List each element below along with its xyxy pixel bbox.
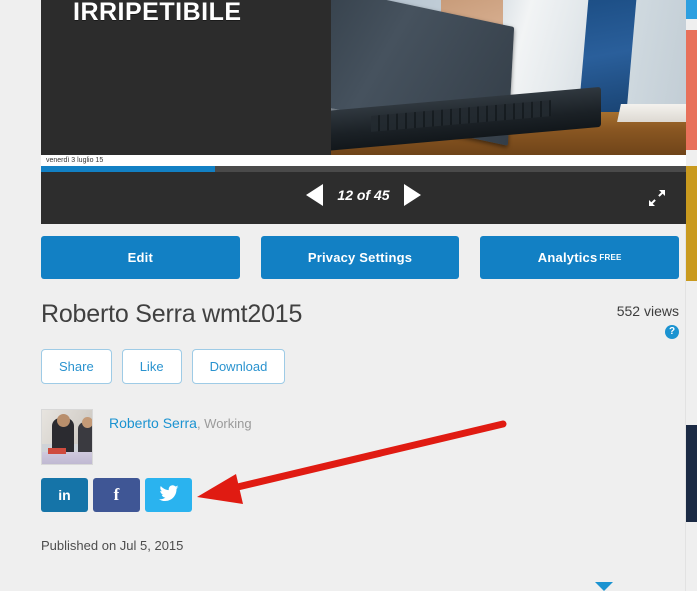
slide-viewer[interactable]: IRRIPETIBILE venerdì 3 luglio 15 12 of 4… (41, 0, 686, 224)
slide-nav-cluster: 12 of 45 (41, 184, 686, 206)
twitter-share-button[interactable] (145, 478, 192, 512)
edit-button-label: Edit (127, 250, 154, 265)
facebook-icon: f (113, 485, 120, 504)
help-icon[interactable]: ? (665, 325, 679, 339)
page-root: IRRIPETIBILE venerdì 3 luglio 15 12 of 4… (0, 0, 697, 591)
slide-counter-label: 12 of 45 (337, 187, 390, 203)
share-button-label: Share (59, 359, 94, 374)
privacy-settings-button[interactable]: Privacy Settings (260, 236, 460, 279)
download-button-label: Download (209, 359, 268, 374)
like-button[interactable]: Like (121, 349, 182, 384)
facebook-share-button[interactable]: f (93, 478, 140, 512)
analytics-button-label: Analytics (537, 250, 598, 265)
player-control-bar: 12 of 45 (41, 172, 686, 224)
slide-left-panel: IRRIPETIBILE (41, 0, 331, 155)
analytics-free-badge: FREE (599, 253, 622, 262)
right-edge-column (686, 0, 697, 591)
previous-slide-icon[interactable] (306, 184, 324, 206)
like-button-label: Like (139, 359, 164, 374)
author-text-block: Roberto Serra, Working (109, 409, 252, 433)
secondary-action-row: Share Like Download (41, 349, 286, 384)
twitter-bird-icon (158, 485, 179, 505)
views-count-label: 552 views (616, 303, 679, 319)
linkedin-share-button[interactable]: in (41, 478, 88, 512)
author-name-link[interactable]: Roberto Serra (109, 415, 197, 431)
share-button[interactable]: Share (41, 349, 112, 384)
author-meta-label: , Working (196, 416, 252, 431)
privacy-settings-button-label: Privacy Settings (307, 250, 413, 265)
author-row: Roberto Serra, Working (41, 409, 252, 465)
deck-title-row: Roberto Serra wmt2015 552 views ? (41, 300, 679, 339)
edge-strip-2 (686, 30, 697, 150)
fullscreen-icon[interactable] (646, 187, 668, 209)
social-share-row: in f (41, 478, 192, 512)
next-slide-icon[interactable] (403, 184, 421, 206)
chevron-down-icon[interactable] (595, 582, 613, 591)
slide-footer-date: venerdì 3 luglio 15 (41, 155, 686, 166)
published-date-label: Published on Jul 5, 2015 (41, 538, 184, 553)
edge-strip-3 (686, 166, 697, 281)
slide-title-text: IRRIPETIBILE (73, 0, 242, 26)
download-button[interactable]: Download (191, 349, 286, 384)
edit-button[interactable]: Edit (41, 236, 240, 279)
avatar[interactable] (41, 409, 93, 465)
slide-photo (331, 0, 686, 155)
edge-strip-1 (686, 0, 697, 19)
slide-canvas[interactable]: IRRIPETIBILE (41, 0, 686, 155)
analytics-button[interactable]: Analytics FREE (480, 236, 680, 279)
page-title: Roberto Serra wmt2015 (41, 300, 303, 328)
primary-action-row: Edit Privacy Settings Analytics FREE (41, 236, 680, 279)
linkedin-icon: in (58, 487, 71, 503)
main-content-column: IRRIPETIBILE venerdì 3 luglio 15 12 of 4… (41, 0, 686, 224)
edge-strip-4 (686, 425, 697, 522)
views-box: 552 views ? (617, 303, 679, 339)
